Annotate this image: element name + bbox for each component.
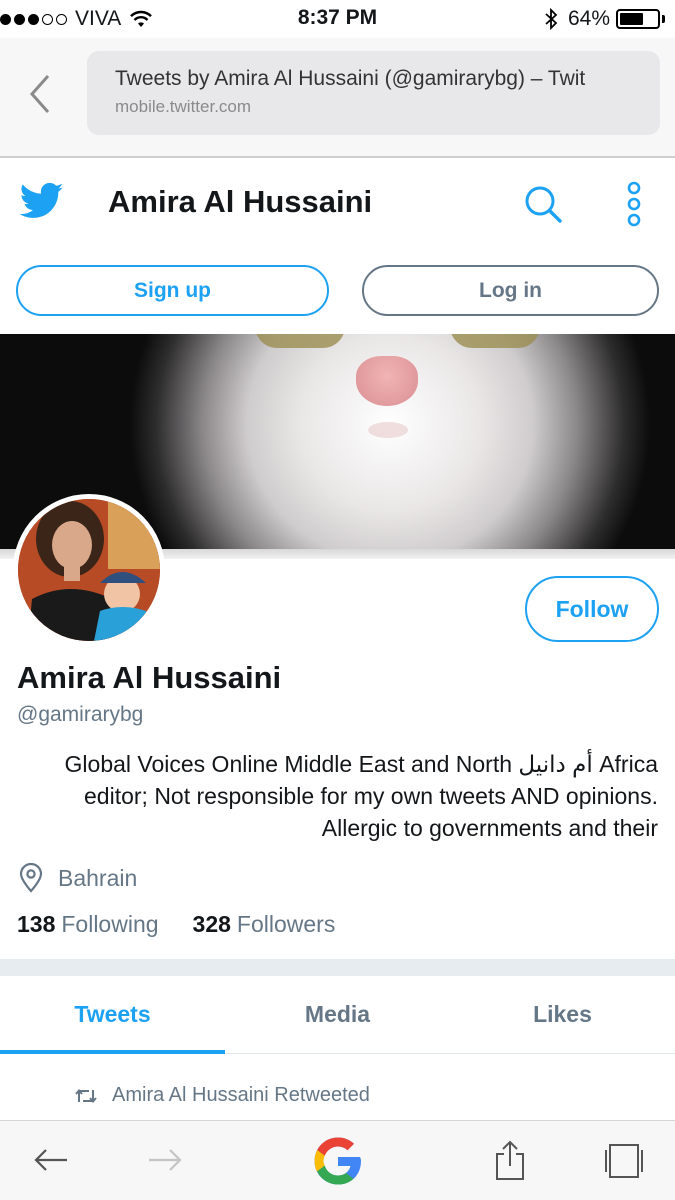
bluetooth-icon (545, 8, 558, 30)
banner-mouth (368, 422, 408, 438)
back-arrow-icon[interactable] (24, 72, 60, 116)
followers-stat[interactable]: 328 Followers (193, 911, 336, 938)
follow-button[interactable]: Follow (525, 576, 659, 642)
share-icon[interactable] (494, 1139, 526, 1181)
google-icon[interactable] (310, 1133, 366, 1189)
back-icon[interactable] (32, 1145, 70, 1175)
browser-toolbar (0, 1120, 675, 1200)
search-icon[interactable] (523, 184, 563, 224)
retweet-label: Amira Al Hussaini Retweeted (112, 1084, 370, 1106)
tab-media[interactable]: Media (225, 976, 450, 1053)
banner-eye-left (255, 334, 345, 348)
twitter-header: Amira Al Hussaini (0, 158, 675, 248)
retweet-context: Amira Al Hussaini Retweeted (74, 1084, 370, 1107)
following-count: 138 (17, 911, 56, 937)
profile-location: Bahrain (18, 863, 137, 893)
profile-handle[interactable]: @gamirarybg (17, 703, 143, 727)
tab-tweets[interactable]: Tweets (0, 976, 225, 1054)
address-bar[interactable]: Tweets by Amira Al Hussaini (@gamirarybg… (87, 51, 660, 135)
following-label: Following (61, 911, 159, 937)
battery-percent: 64% (567, 7, 610, 30)
page-domain: mobile.twitter.com (115, 97, 252, 116)
profile-bio: Global Voices Online Middle East and Nor… (64, 751, 658, 841)
sign-up-button[interactable]: Sign up (16, 265, 329, 316)
avatar[interactable] (13, 494, 165, 646)
location-pin-icon (19, 863, 43, 893)
followers-label: Followers (236, 911, 336, 937)
forward-icon[interactable] (146, 1145, 184, 1175)
banner-nose (356, 356, 418, 406)
header-title: Amira Al Hussaini (108, 184, 373, 219)
browser-bar: Tweets by Amira Al Hussaini (@gamirarybg… (0, 38, 675, 156)
avatar-image (18, 499, 160, 641)
following-stat[interactable]: 138 Following (17, 911, 159, 938)
twitter-bird-icon[interactable] (20, 182, 64, 220)
location-text: Bahrain (58, 864, 138, 891)
profile-name: Amira Al Hussaini (17, 660, 282, 695)
battery-tip (662, 15, 665, 23)
status-right: 64% (544, 7, 665, 31)
more-vertical-icon[interactable] (622, 180, 646, 228)
profile-tabs: Tweets Media Likes (0, 976, 675, 1054)
banner-eye-right (450, 334, 540, 348)
battery-fill (620, 13, 644, 25)
section-separator (0, 959, 675, 976)
status-bar: VIVA 8:37 PM 64% (0, 0, 675, 38)
followers-count: 328 (192, 911, 231, 937)
profile-stats: 138 Following 328 Followers (17, 911, 369, 938)
tab-likes[interactable]: Likes (450, 976, 675, 1053)
tabs-icon[interactable] (604, 1141, 644, 1179)
page-title: Tweets by Amira Al Hussaini (@gamirarybg… (115, 67, 586, 90)
log-in-button[interactable]: Log in (362, 265, 659, 316)
retweet-icon (75, 1088, 97, 1103)
battery-icon (616, 9, 660, 29)
